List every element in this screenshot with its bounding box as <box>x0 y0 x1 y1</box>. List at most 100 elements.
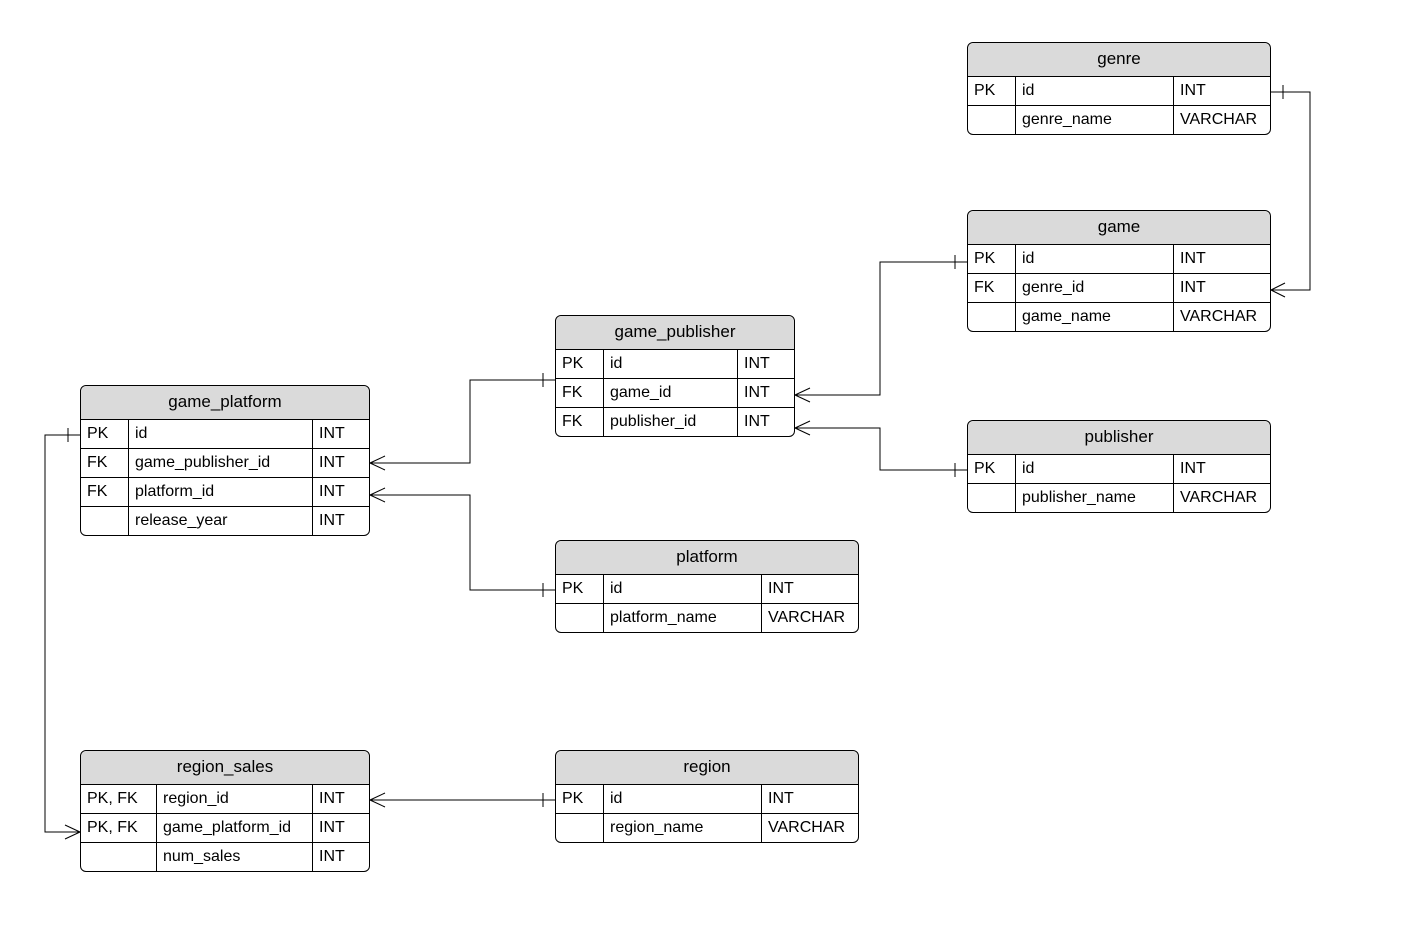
type-cell: INT <box>1174 455 1270 483</box>
table-row: num_sales INT <box>81 843 369 871</box>
entity-title: region_sales <box>81 751 369 785</box>
rel-gameplatform-platform <box>370 488 555 597</box>
type-cell: INT <box>1174 77 1270 105</box>
column-cell: game_platform_id <box>157 814 313 842</box>
column-cell: genre_id <box>1016 274 1174 302</box>
entity-title: game_platform <box>81 386 369 420</box>
column-cell: num_sales <box>157 843 313 871</box>
table-row: PK, FK game_platform_id INT <box>81 814 369 843</box>
column-cell: id <box>604 785 762 813</box>
column-cell: game_name <box>1016 303 1174 331</box>
column-cell: id <box>604 575 762 603</box>
column-cell: publisher_id <box>604 408 738 436</box>
table-row: FK genre_id INT <box>968 274 1270 303</box>
key-cell: PK <box>556 350 604 378</box>
entity-game: game PK id INT FK genre_id INT game_name… <box>967 210 1271 332</box>
rel-gameplatform-gamepublisher <box>370 373 555 470</box>
type-cell: INT <box>1174 274 1270 302</box>
table-row: region_name VARCHAR <box>556 814 858 842</box>
key-cell: FK <box>556 408 604 436</box>
type-cell: INT <box>313 478 369 506</box>
type-cell: VARCHAR <box>1174 303 1270 331</box>
table-row: FK game_id INT <box>556 379 794 408</box>
type-cell: INT <box>313 785 369 813</box>
key-cell: PK <box>81 420 129 448</box>
table-row: FK publisher_id INT <box>556 408 794 436</box>
key-cell: PK <box>968 77 1016 105</box>
column-cell: release_year <box>129 507 313 535</box>
column-cell: region_name <box>604 814 762 842</box>
key-cell <box>81 507 129 535</box>
type-cell: INT <box>313 814 369 842</box>
entity-platform: platform PK id INT platform_name VARCHAR <box>555 540 859 633</box>
column-cell: id <box>1016 245 1174 273</box>
type-cell: INT <box>738 408 794 436</box>
rel-regionsales-gameplatform <box>45 428 80 839</box>
type-cell: INT <box>738 379 794 407</box>
type-cell: INT <box>1174 245 1270 273</box>
table-row: genre_name VARCHAR <box>968 106 1270 134</box>
rel-gamepublisher-game <box>795 255 967 402</box>
key-cell <box>968 484 1016 512</box>
type-cell: INT <box>313 420 369 448</box>
type-cell: INT <box>313 507 369 535</box>
table-row: FK platform_id INT <box>81 478 369 507</box>
column-cell: game_id <box>604 379 738 407</box>
key-cell <box>968 106 1016 134</box>
key-cell: PK, FK <box>81 814 157 842</box>
type-cell: VARCHAR <box>1174 484 1270 512</box>
key-cell: PK, FK <box>81 785 157 813</box>
column-cell: id <box>1016 455 1174 483</box>
type-cell: INT <box>313 843 369 871</box>
entity-genre: genre PK id INT genre_name VARCHAR <box>967 42 1271 135</box>
entity-title: game_publisher <box>556 316 794 350</box>
table-row: PK id INT <box>968 455 1270 484</box>
type-cell: VARCHAR <box>762 604 858 632</box>
entity-region: region PK id INT region_name VARCHAR <box>555 750 859 843</box>
type-cell: INT <box>762 785 858 813</box>
table-row: PK id INT <box>556 575 858 604</box>
rel-gamepublisher-publisher <box>795 421 967 477</box>
entity-region-sales: region_sales PK, FK region_id INT PK, FK… <box>80 750 370 872</box>
column-cell: game_publisher_id <box>129 449 313 477</box>
table-row: PK id INT <box>968 77 1270 106</box>
type-cell: VARCHAR <box>1174 106 1270 134</box>
key-cell <box>968 303 1016 331</box>
column-cell: platform_id <box>129 478 313 506</box>
type-cell: INT <box>738 350 794 378</box>
key-cell <box>556 814 604 842</box>
table-row: release_year INT <box>81 507 369 535</box>
type-cell: VARCHAR <box>762 814 858 842</box>
column-cell: publisher_name <box>1016 484 1174 512</box>
table-row: game_name VARCHAR <box>968 303 1270 331</box>
entity-title: genre <box>968 43 1270 77</box>
table-row: platform_name VARCHAR <box>556 604 858 632</box>
key-cell <box>556 604 604 632</box>
table-row: publisher_name VARCHAR <box>968 484 1270 512</box>
table-row: PK, FK region_id INT <box>81 785 369 814</box>
column-cell: region_id <box>157 785 313 813</box>
type-cell: INT <box>313 449 369 477</box>
table-row: PK id INT <box>968 245 1270 274</box>
key-cell: PK <box>968 455 1016 483</box>
table-row: FK game_publisher_id INT <box>81 449 369 478</box>
key-cell: PK <box>556 785 604 813</box>
column-cell: id <box>604 350 738 378</box>
entity-game-platform: game_platform PK id INT FK game_publishe… <box>80 385 370 536</box>
entity-title: publisher <box>968 421 1270 455</box>
entity-title: platform <box>556 541 858 575</box>
key-cell: PK <box>968 245 1016 273</box>
key-cell: FK <box>968 274 1016 302</box>
table-row: PK id INT <box>556 785 858 814</box>
table-row: PK id INT <box>81 420 369 449</box>
key-cell: FK <box>81 449 129 477</box>
key-cell <box>81 843 157 871</box>
key-cell: FK <box>81 478 129 506</box>
table-row: PK id INT <box>556 350 794 379</box>
entity-publisher: publisher PK id INT publisher_name VARCH… <box>967 420 1271 513</box>
column-cell: genre_name <box>1016 106 1174 134</box>
entity-title: region <box>556 751 858 785</box>
column-cell: id <box>129 420 313 448</box>
key-cell: FK <box>556 379 604 407</box>
rel-game-genre <box>1271 85 1310 297</box>
